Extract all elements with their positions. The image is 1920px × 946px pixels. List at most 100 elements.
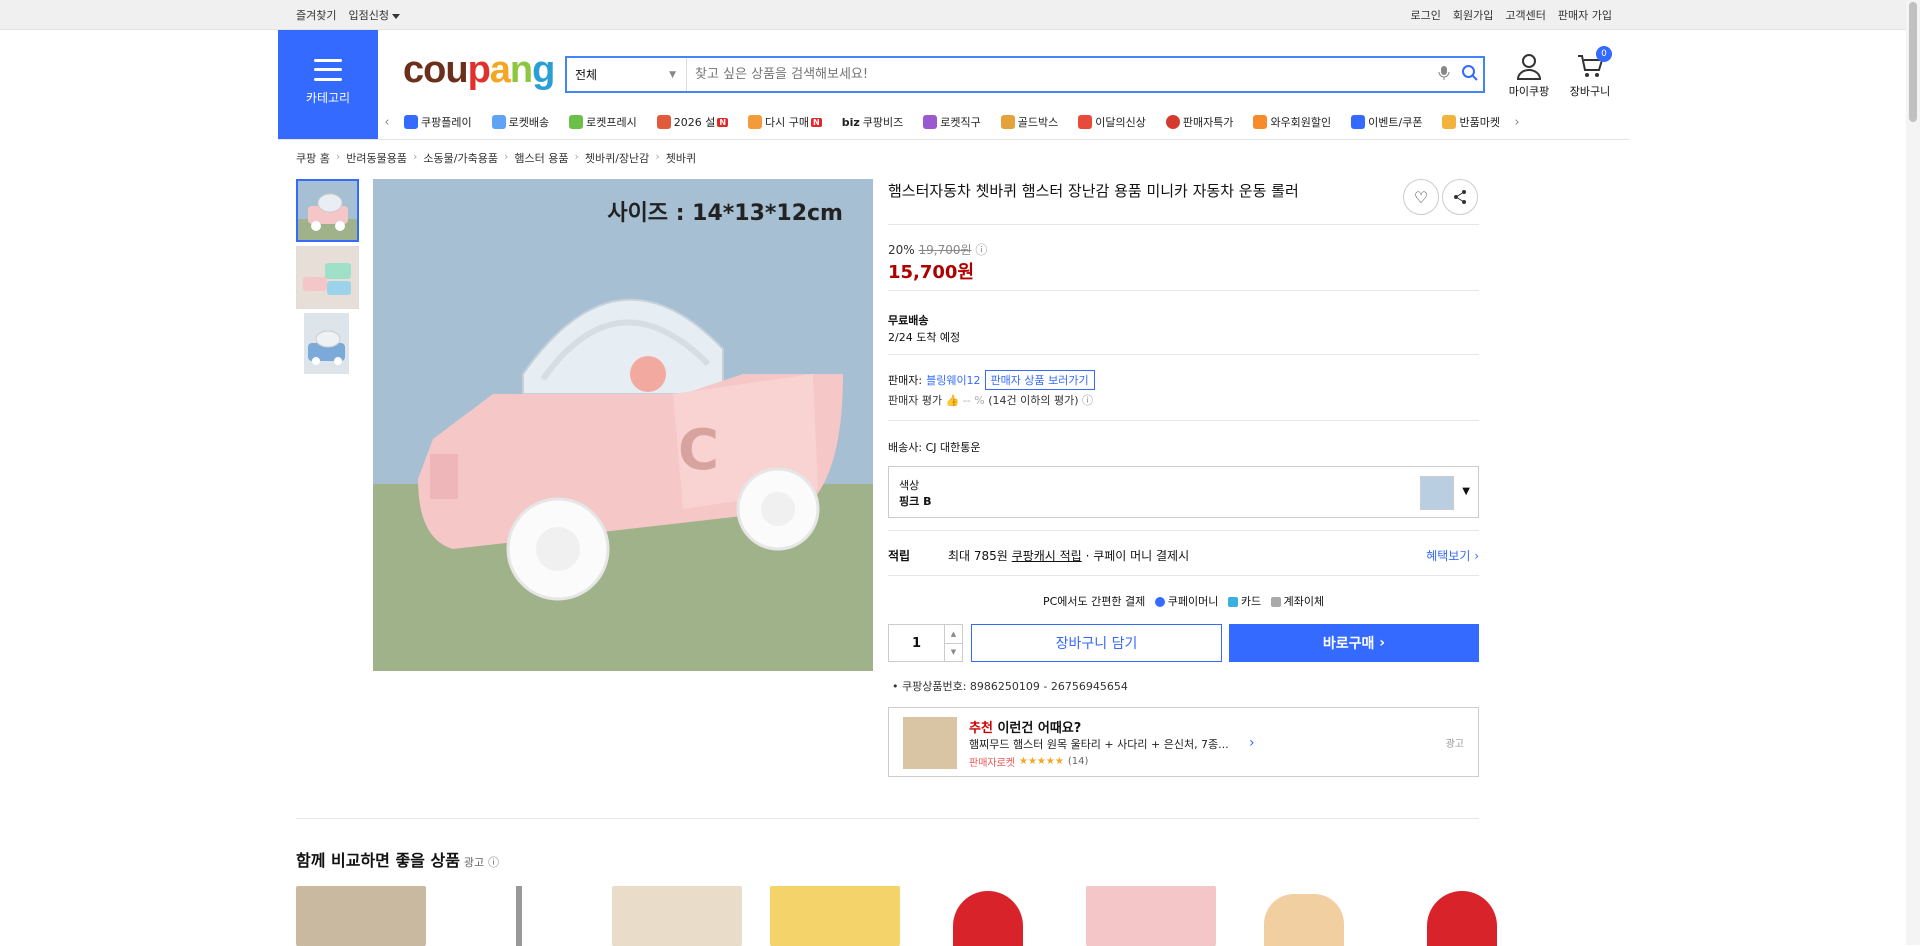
seller-rating-note: (14건 이하의 평가) bbox=[988, 394, 1079, 407]
breadcrumb-item[interactable]: 소동물/가축용품 bbox=[423, 150, 498, 166]
scrollbar-thumb[interactable] bbox=[1909, 2, 1917, 122]
login-link[interactable]: 로그인 bbox=[1411, 7, 1441, 23]
search-input[interactable] bbox=[687, 58, 1431, 91]
seller-join-menu[interactable]: 입점신청 bbox=[348, 7, 400, 23]
market-icon bbox=[1442, 115, 1457, 129]
seller-rocket-badge: 판매자로켓 bbox=[969, 758, 1015, 769]
home-icon bbox=[748, 115, 763, 129]
heart-icon[interactable]: ♡ bbox=[1403, 179, 1439, 215]
related-product-4[interactable] bbox=[770, 886, 900, 946]
breadcrumb-item[interactable]: 쳇바퀴 bbox=[666, 150, 696, 166]
increase-icon[interactable]: ▲ bbox=[945, 625, 962, 643]
category-button[interactable]: 카테고리 bbox=[278, 30, 378, 140]
quantity-value[interactable]: 1 bbox=[889, 625, 944, 661]
coupon-icon bbox=[1351, 115, 1366, 129]
caret-down-icon bbox=[391, 13, 400, 19]
search-category-select[interactable]: 전체 ▼ bbox=[567, 58, 687, 91]
thumbnail-2[interactable] bbox=[296, 246, 359, 309]
seller-signup-link[interactable]: 판매자 가입 bbox=[1558, 7, 1612, 23]
chevron-right-icon[interactable]: › bbox=[1249, 735, 1255, 751]
thumbnail-1[interactable] bbox=[296, 179, 359, 242]
nav-item-coupang-play[interactable]: 쿠팡플레이 bbox=[394, 114, 482, 130]
goldbox-icon bbox=[1000, 115, 1015, 129]
category-label: 카테고리 bbox=[305, 90, 351, 105]
divider bbox=[888, 530, 1479, 531]
divider bbox=[888, 420, 1479, 421]
benefits-link[interactable]: 혜택보기 › bbox=[1426, 547, 1479, 564]
add-to-cart-button[interactable]: 장바구니 담기 bbox=[971, 624, 1222, 662]
related-product-3[interactable] bbox=[612, 886, 742, 946]
nav-item-lunar-new-year[interactable]: 2026 설N bbox=[647, 114, 738, 130]
related-product-7[interactable] bbox=[1244, 886, 1374, 946]
search-bar: 전체 ▼ bbox=[565, 56, 1485, 93]
card-icon bbox=[1227, 597, 1238, 607]
related-product-1[interactable] bbox=[296, 886, 426, 946]
cart-count-badge: 0 bbox=[1596, 46, 1612, 62]
color-option-select[interactable]: 색상 핑크 B ▼ bbox=[888, 466, 1479, 518]
seller-products-button[interactable]: 판매자 상품 보러가기 bbox=[984, 370, 1095, 390]
nav-item-events-coupons[interactable]: 이벤트/쿠폰 bbox=[1341, 114, 1432, 130]
svg-text:C: C bbox=[678, 418, 719, 483]
percent-icon bbox=[1165, 115, 1180, 129]
microphone-icon[interactable] bbox=[1431, 65, 1457, 85]
chevron-right-icon[interactable]: › bbox=[1510, 115, 1524, 130]
search-icon[interactable] bbox=[1457, 64, 1483, 86]
nav-item-rocket-fresh[interactable]: 로켓프레시 bbox=[559, 114, 647, 130]
coupang-cash-link[interactable]: 쿠팡캐시 적립 bbox=[1012, 547, 1082, 564]
thumbnail-3[interactable] bbox=[296, 313, 359, 376]
nav-item-seller-deals[interactable]: 판매자특가 bbox=[1156, 114, 1244, 130]
info-icon[interactable]: ⓘ bbox=[1082, 394, 1093, 407]
free-shipping-label: 무료배송 bbox=[888, 314, 929, 327]
chevron-right-icon: › bbox=[574, 150, 579, 163]
scrollbar[interactable] bbox=[1906, 0, 1920, 945]
breadcrumb-item[interactable]: 햄스터 용품 bbox=[514, 150, 568, 166]
compare-section-title: 함께 비교하면 좋을 상품 광고 ⓘ bbox=[296, 851, 500, 870]
nav-item-return-market[interactable]: 반품마켓 bbox=[1432, 114, 1509, 130]
breadcrumb-item[interactable]: 쿠팡 홈 bbox=[296, 150, 330, 166]
share-icon[interactable] bbox=[1442, 179, 1478, 215]
bookmark-link[interactable]: 즐겨찾기 bbox=[296, 7, 336, 23]
divider bbox=[888, 224, 1479, 225]
ad-label: 광고 bbox=[1445, 739, 1464, 750]
breadcrumb-item[interactable]: 반려동물용품 bbox=[346, 150, 407, 166]
related-product-5[interactable] bbox=[928, 886, 1058, 946]
nav-item-coupang-biz[interactable]: biz 쿠팡비즈 bbox=[832, 114, 914, 130]
seller-name-link[interactable]: 블링웨이12 bbox=[926, 372, 980, 388]
review-count: (14) bbox=[1067, 756, 1089, 767]
recommendation-card[interactable]: 추천 이런건 어때요? 햄찌무드 햄스터 원목 울타리 + 사다리 + 은신처,… bbox=[888, 707, 1479, 777]
cart-label: 장바구니 bbox=[1569, 85, 1611, 98]
quantity-stepper[interactable]: 1 ▲ ▼ bbox=[888, 624, 963, 662]
info-icon[interactable]: ⓘ bbox=[488, 856, 499, 869]
customer-center-link[interactable]: 고객센터 bbox=[1505, 7, 1545, 23]
cart-button[interactable]: 0 장바구니 bbox=[1566, 46, 1614, 99]
signup-link[interactable]: 회원가입 bbox=[1453, 7, 1493, 23]
product-main-image[interactable]: C 사이즈 : 14*13*12cm bbox=[373, 179, 873, 671]
related-product-2[interactable] bbox=[454, 886, 584, 946]
nav-item-rocket-global[interactable]: 로켓직구 bbox=[913, 114, 990, 130]
related-product-6[interactable] bbox=[1086, 886, 1216, 946]
breadcrumb: 쿠팡 홈 › 반려동물용품 › 소동물/가축용품 › 햄스터 용품 › 쳇바퀴/장난감 ›… bbox=[296, 150, 696, 166]
user-icon bbox=[1516, 54, 1542, 80]
nav-item-rocket-delivery[interactable]: 로켓배송 bbox=[482, 114, 559, 130]
nav-item-goldbox[interactable]: 골드박스 bbox=[991, 114, 1068, 130]
nav-item-rebuy[interactable]: 다시 구매 N bbox=[738, 114, 832, 130]
wow-icon bbox=[1253, 115, 1268, 129]
my-coupang-button[interactable]: 마이쿠팡 bbox=[1505, 52, 1553, 99]
coupang-logo[interactable]: coupang bbox=[403, 49, 555, 92]
caret-down-icon: ▼ bbox=[1462, 486, 1470, 497]
related-product-8[interactable] bbox=[1402, 886, 1532, 946]
nav-item-wow-discount[interactable]: 와우회원할인 bbox=[1243, 114, 1341, 130]
nav-item-new-arrivals[interactable]: 이달의신상 bbox=[1068, 114, 1156, 130]
breadcrumb-item[interactable]: 쳇바퀴/장난감 bbox=[585, 150, 649, 166]
rocket-icon bbox=[491, 115, 506, 129]
star-rating: ★★★★★ bbox=[1019, 756, 1064, 767]
decrease-icon[interactable]: ▼ bbox=[945, 642, 962, 662]
option-thumbnail bbox=[1420, 476, 1454, 510]
hamster-car-image: C bbox=[418, 298, 843, 601]
chevron-left-icon[interactable]: ‹ bbox=[380, 115, 394, 130]
top-bar: 즐겨찾기 입점신청 로그인 회원가입 고객센터 판매자 가입 bbox=[0, 0, 1920, 30]
seller-rating-label: 판매자 평가 bbox=[888, 394, 943, 407]
buy-now-button[interactable]: 바로구매 › bbox=[1229, 624, 1479, 662]
new-icon bbox=[1078, 115, 1093, 129]
info-icon[interactable]: ⓘ bbox=[975, 243, 987, 257]
